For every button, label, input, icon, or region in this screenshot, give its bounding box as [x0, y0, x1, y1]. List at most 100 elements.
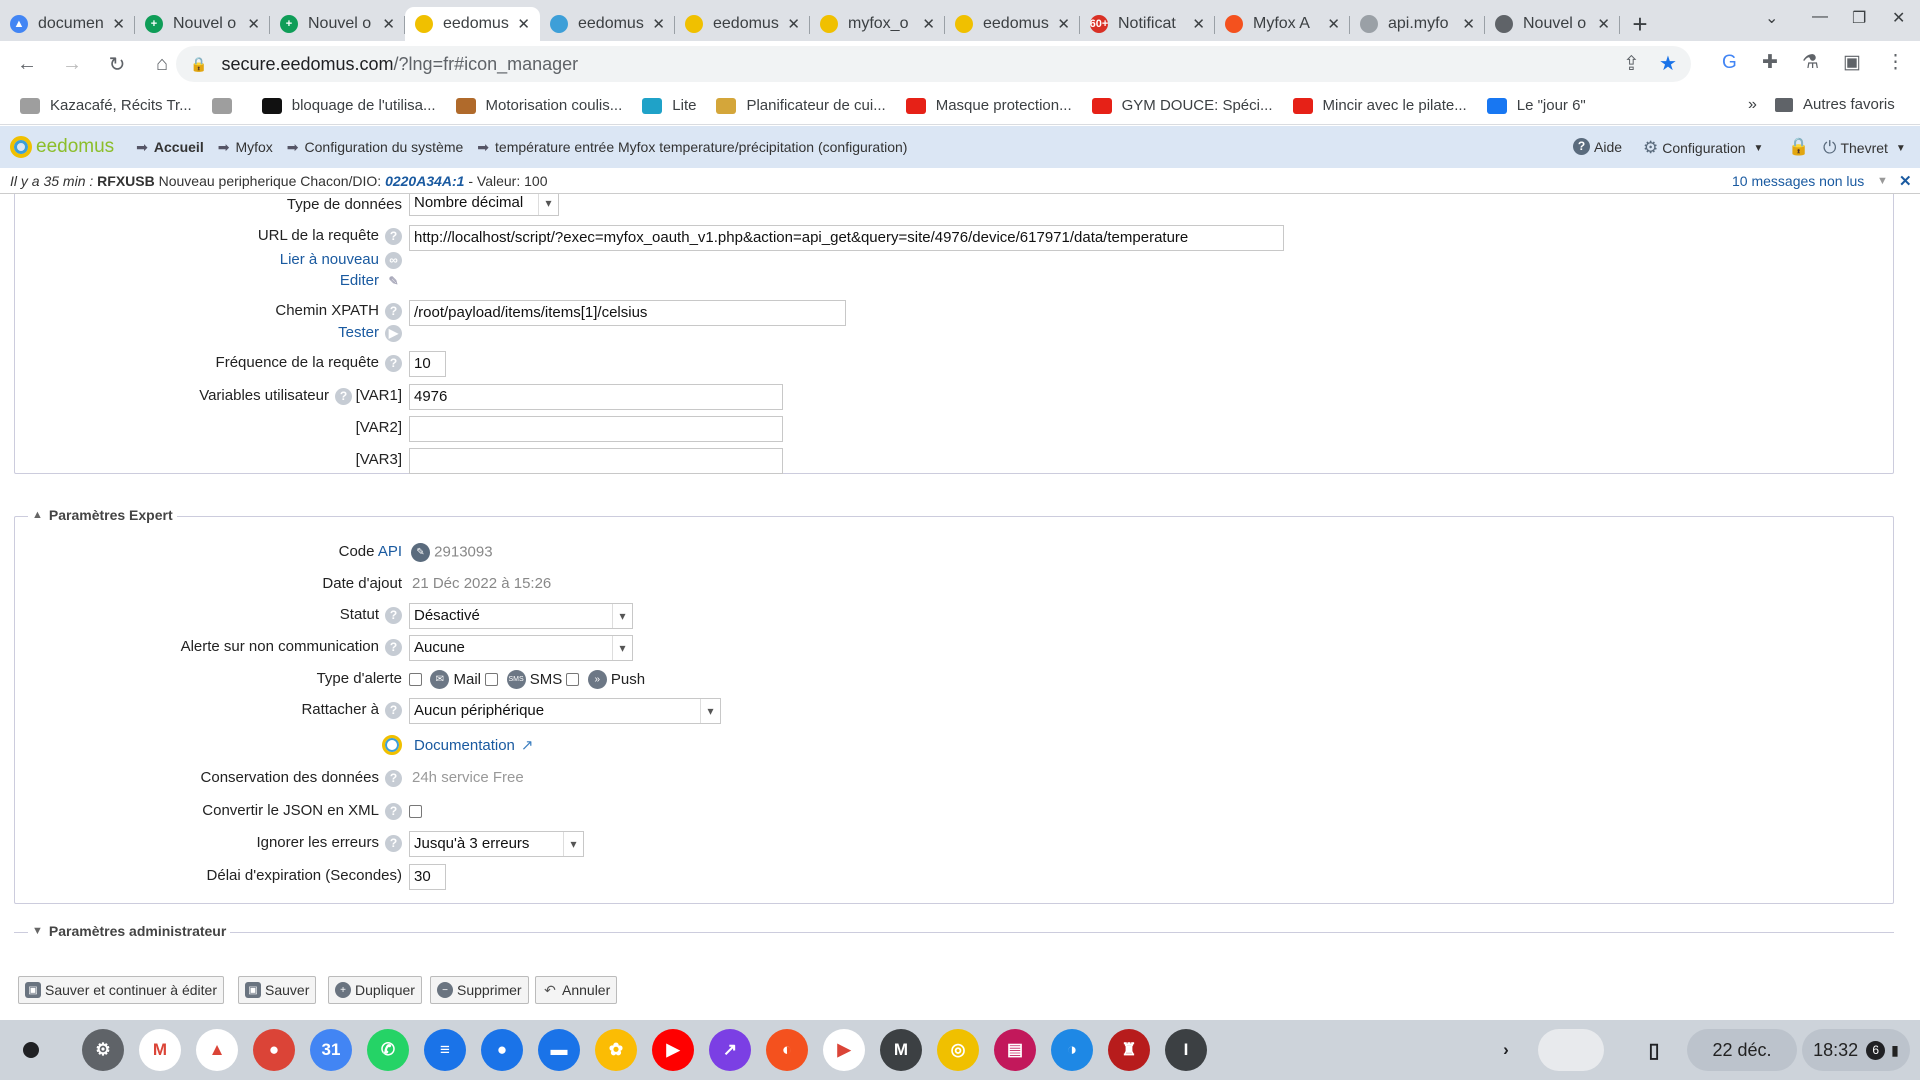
help-icon[interactable]: ?: [385, 227, 402, 245]
browser-tab[interactable]: eedomus ✕: [540, 7, 675, 41]
delete-button[interactable]: − Supprimer: [430, 976, 529, 1004]
pencil-icon[interactable]: ✎: [385, 273, 402, 290]
bookmark-item[interactable]: Lite: [642, 97, 696, 114]
request-url-input[interactable]: http://localhost/script/?exec=myfox_oaut…: [409, 225, 1284, 251]
bookmark-item[interactable]: [211, 97, 242, 114]
breadcrumb-myfox[interactable]: ➡ Myfox: [218, 139, 273, 156]
help-link[interactable]: ? Aide: [1573, 138, 1622, 155]
bookmark-item[interactable]: GYM DOUCE: Spéci...: [1091, 97, 1273, 114]
back-icon[interactable]: ←: [9, 53, 45, 76]
browser-tab[interactable]: eedomus ✕: [945, 7, 1080, 41]
eedomus-logo[interactable]: eedomus: [10, 136, 114, 158]
close-tab-icon[interactable]: ✕: [1597, 15, 1610, 33]
browser-tab[interactable]: + Nouvel o ✕: [270, 7, 405, 41]
expert-legend[interactable]: ▲ Paramètres Expert: [28, 507, 177, 523]
bookmark-item[interactable]: Kazacafé, Récits Tr...: [20, 97, 192, 114]
browser-tab[interactable]: 60+ Notificat ✕: [1080, 7, 1215, 41]
sms-checkbox[interactable]: [485, 672, 499, 686]
close-tab-icon[interactable]: ✕: [1327, 15, 1340, 33]
var3-input[interactable]: [409, 448, 783, 474]
files-app-icon[interactable]: ▬: [538, 1029, 580, 1071]
app-arrow-app-icon[interactable]: ↗: [709, 1029, 751, 1071]
bookmark-item[interactable]: Motorisation coulis...: [455, 97, 622, 114]
breadcrumb-config[interactable]: ➡ Configuration du système: [287, 139, 464, 156]
var1-input[interactable]: 4976: [409, 384, 783, 410]
tray-toggle[interactable]: [1538, 1029, 1604, 1071]
shelf-overflow-icon[interactable]: ›: [1485, 1029, 1527, 1071]
help-icon[interactable]: ?: [385, 834, 402, 852]
help-icon[interactable]: ?: [385, 354, 402, 372]
reload-icon[interactable]: ↻: [99, 52, 135, 77]
user-menu[interactable]: ⏻ Thevret ▼: [1823, 138, 1906, 158]
duplicate-button[interactable]: + Dupliquer: [328, 976, 422, 1004]
breadcrumb-home[interactable]: ➡ Accueil: [136, 139, 204, 156]
address-bar[interactable]: 🔒 secure.eedomus.com/?lng=fr#icon_manage…: [176, 46, 1691, 82]
close-tab-icon[interactable]: ✕: [517, 15, 530, 33]
app-stripes-app-icon[interactable]: ▤: [994, 1029, 1036, 1071]
help-icon[interactable]: ?: [385, 802, 402, 820]
ignore-errors-select[interactable]: Jusqu'à 3 erreurs ▾: [409, 831, 584, 857]
app-crest-app-icon[interactable]: ♜: [1108, 1029, 1150, 1071]
contacts-app-icon[interactable]: ●: [481, 1029, 523, 1071]
bookmark-item[interactable]: Mincir avec le pilate...: [1292, 97, 1467, 114]
save-button[interactable]: ▣ Sauver: [238, 976, 317, 1004]
attach-select[interactable]: Aucun périphérique ▾: [409, 698, 721, 724]
close-tab-icon[interactable]: ✕: [922, 15, 935, 33]
other-bookmarks[interactable]: Autres favoris: [1775, 96, 1895, 113]
status-select[interactable]: Désactivé ▾: [409, 603, 633, 629]
play-store-app-icon[interactable]: ▶: [823, 1029, 865, 1071]
edit-link[interactable]: Editer: [340, 272, 379, 289]
unread-messages-link[interactable]: 10 messages non lus: [1732, 173, 1864, 189]
whatsapp-app-icon[interactable]: ✆: [367, 1029, 409, 1071]
browser-tab[interactable]: + Nouvel o ✕: [135, 7, 270, 41]
help-icon[interactable]: ?: [385, 302, 402, 320]
link-icon[interactable]: ∞: [385, 251, 402, 269]
var2-input[interactable]: [409, 416, 783, 442]
bookmarks-overflow[interactable]: »: [1748, 96, 1757, 114]
test-link[interactable]: Tester: [338, 324, 379, 341]
save-continue-button[interactable]: ▣ Sauver et continuer à éditer: [18, 976, 224, 1004]
mail-checkbox[interactable]: [409, 672, 422, 686]
launcher-icon[interactable]: [10, 1029, 52, 1071]
tab-search-icon[interactable]: ⌄: [1765, 8, 1778, 28]
frequency-input[interactable]: 10: [409, 351, 446, 377]
minimize-icon[interactable]: —: [1812, 8, 1828, 26]
messages-app-icon[interactable]: ≡: [424, 1029, 466, 1071]
close-tab-icon[interactable]: ✕: [1057, 15, 1070, 33]
i-app-app-icon[interactable]: I: [1165, 1029, 1207, 1071]
help-icon[interactable]: ?: [385, 606, 402, 624]
restore-icon[interactable]: ❐: [1852, 8, 1866, 28]
browser-tab[interactable]: myfox_o ✕: [810, 7, 945, 41]
lab-icon[interactable]: ⚗: [1802, 51, 1819, 74]
status-pill[interactable]: 18:32 6 ▮: [1802, 1029, 1910, 1071]
relink-link[interactable]: Lier à nouveau: [280, 251, 379, 268]
configuration-menu[interactable]: ⚙ Configuration ▼: [1643, 138, 1763, 158]
extensions-icon[interactable]: ✚: [1762, 51, 1778, 74]
close-tab-icon[interactable]: ✕: [652, 15, 665, 33]
timeout-input[interactable]: 30: [409, 864, 446, 890]
m-app-app-icon[interactable]: M: [880, 1029, 922, 1071]
browser-tab[interactable]: Myfox A ✕: [1215, 7, 1350, 41]
side-panel-icon[interactable]: ▣: [1843, 51, 1861, 74]
close-notification-icon[interactable]: ✕: [1899, 172, 1912, 190]
browser-tab[interactable]: ▲ documen ✕: [0, 7, 135, 41]
translate-icon[interactable]: G: [1722, 52, 1737, 74]
close-tab-icon[interactable]: ✕: [247, 15, 260, 33]
data-type-select[interactable]: Nombre décimal ▾: [409, 194, 559, 216]
close-tab-icon[interactable]: ✕: [1192, 15, 1205, 33]
phone-hub-icon[interactable]: ▯: [1633, 1029, 1675, 1071]
chrome-app-icon[interactable]: ●: [253, 1029, 295, 1071]
alert-select[interactable]: Aucune ▾: [409, 635, 633, 661]
close-window-icon[interactable]: ✕: [1892, 8, 1905, 28]
bookmark-item[interactable]: Planificateur de cui...: [716, 97, 886, 114]
json-checkbox[interactable]: [409, 804, 422, 818]
date-pill[interactable]: 22 déc.: [1687, 1029, 1797, 1071]
browser-tab[interactable]: api.myfo ✕: [1350, 7, 1485, 41]
lock-icon[interactable]: 🔒: [1788, 137, 1809, 157]
browser-tab[interactable]: Nouvel o ✕: [1485, 7, 1620, 41]
settings-app-icon[interactable]: ⚙: [82, 1029, 124, 1071]
external-link-icon[interactable]: ↗: [521, 736, 534, 754]
help-icon[interactable]: ?: [385, 769, 402, 787]
share-icon[interactable]: ⇪: [1623, 51, 1640, 76]
gmail-app-icon[interactable]: M: [139, 1029, 181, 1071]
